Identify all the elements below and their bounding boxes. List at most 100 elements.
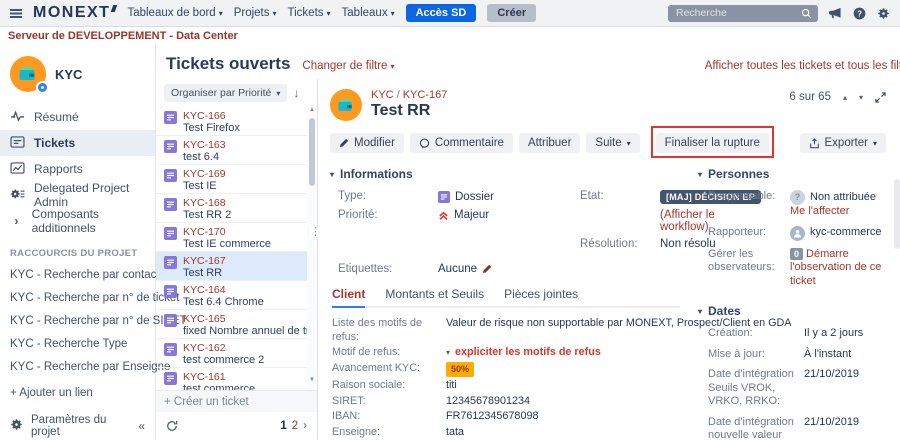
shortcut-search-ticket-number[interactable]: KYC - Recherche par n° de ticket bbox=[0, 287, 180, 310]
previous-ticket-icon[interactable]: ▴ bbox=[843, 93, 847, 102]
megaphone-icon[interactable] bbox=[829, 7, 842, 19]
ticket-row[interactable]: KYC-166 Test Firefox bbox=[156, 107, 317, 136]
shortcut-search-type[interactable]: KYC - Recherche Type bbox=[0, 333, 155, 356]
reporter-avatar bbox=[790, 225, 805, 241]
next-ticket-icon[interactable]: ▾ bbox=[859, 93, 863, 102]
pulse-icon bbox=[10, 109, 25, 125]
change-filter-link[interactable]: Changer de filtre bbox=[302, 60, 394, 72]
start-watching-link[interactable]: Démarre l'observation de ce ticket bbox=[790, 248, 881, 287]
collapse-chevron-icon bbox=[330, 170, 334, 179]
expand-icon[interactable] bbox=[875, 91, 886, 103]
ticket-row[interactable]: KYC-165fixed Nombre annuel de transa... bbox=[156, 310, 317, 339]
sidebar-item-summary[interactable]: Résumé bbox=[0, 104, 155, 130]
assign-button[interactable]: Attribuer bbox=[518, 133, 581, 153]
scrollbar-thumb[interactable] bbox=[309, 118, 315, 186]
project-type-badge-icon bbox=[36, 81, 49, 94]
finalize-annotation-box: Finaliser la rupture bbox=[650, 126, 775, 158]
list-scrollbar[interactable] bbox=[307, 106, 317, 385]
export-button[interactable]: Exporter bbox=[799, 133, 886, 153]
menu-icon[interactable] bbox=[10, 8, 22, 18]
scroll-up-icon[interactable] bbox=[307, 106, 317, 115]
dates-section-header[interactable]: Dates bbox=[698, 304, 886, 318]
tab-pieces-jointes[interactable]: Pièces jointes bbox=[504, 287, 578, 306]
breadcrumb-project-link[interactable]: KYC bbox=[371, 89, 394, 101]
ticket-row[interactable]: KYC-168 Test RR 2 bbox=[156, 194, 317, 223]
project-settings-link[interactable]: Paramètres du projet bbox=[31, 414, 130, 438]
breadcrumb-ticket-link[interactable]: KYC-167 bbox=[403, 89, 448, 101]
ticket-row[interactable]: KYC-161 test commerce bbox=[156, 368, 317, 390]
create-ticket-button[interactable]: + Créer un ticket bbox=[156, 390, 317, 412]
top-navbar: MONEXT Tableaux de bord Projets Tickets … bbox=[0, 0, 900, 27]
menu-boards[interactable]: Tableaux bbox=[342, 7, 395, 19]
ticket-type-icon bbox=[164, 372, 177, 385]
scroll-down-icon[interactable] bbox=[307, 376, 317, 385]
edit-button[interactable]: Modifier bbox=[330, 133, 404, 153]
informations-section-header[interactable]: Informations bbox=[330, 167, 680, 181]
add-link-button[interactable]: + Ajouter un lien bbox=[0, 379, 155, 407]
sidebar-item-tickets[interactable]: Tickets bbox=[0, 130, 155, 156]
collapse-sidebar-icon[interactable] bbox=[138, 419, 145, 433]
create-button[interactable]: Créer bbox=[487, 4, 537, 22]
search-box[interactable] bbox=[668, 4, 818, 22]
edit-labels-pencil-icon[interactable] bbox=[482, 264, 492, 274]
finalize-rupture-button[interactable]: Finaliser la rupture bbox=[655, 133, 769, 153]
sort-by-select[interactable]: Organiser par Priorité bbox=[164, 84, 288, 102]
ticket-avatar bbox=[330, 89, 362, 121]
sidebar-item-reports[interactable]: Rapports bbox=[0, 156, 155, 182]
informations-grid: Type: Dossier Etat: [MAJ] DÉCISION EP Pr… bbox=[338, 190, 761, 275]
sort-direction-button[interactable] bbox=[293, 86, 299, 100]
access-sd-button[interactable]: Accès SD bbox=[405, 4, 477, 22]
ticket-row[interactable]: KYC-169 Test IE bbox=[156, 165, 317, 194]
comment-button[interactable]: Commentaire bbox=[409, 133, 513, 153]
date-row: Mise à jour: À l'instant bbox=[708, 347, 852, 360]
ticket-row[interactable]: KYC-163 test 6.4 bbox=[156, 136, 317, 165]
ticket-row-selected[interactable]: KYC-167 Test RR bbox=[156, 252, 317, 281]
date-row: Date d'intégration nouvelle valeur RR: 2… bbox=[708, 415, 860, 440]
export-icon bbox=[809, 137, 819, 148]
people-section-header[interactable]: Personnes bbox=[698, 167, 886, 181]
shortcut-search-enseigne[interactable]: KYC - Recherche par Enseigne bbox=[0, 356, 170, 379]
detail-main: Informations Type: Dossier Etat: [MAJ] D… bbox=[330, 163, 791, 440]
more-button[interactable]: Suite bbox=[586, 133, 640, 153]
page-next[interactable]: 2 bbox=[292, 420, 298, 432]
explain-refusal-link[interactable]: expliciter les motifs de refus bbox=[455, 346, 601, 358]
search-input[interactable] bbox=[674, 6, 797, 20]
ticket-row[interactable]: KYC-164 Test 6.4 Chrome bbox=[156, 281, 317, 310]
help-icon[interactable]: ? bbox=[853, 7, 866, 20]
ticket-row[interactable]: KYC-162 test commerce 2 bbox=[156, 339, 317, 368]
tab-montants-et-seuils[interactable]: Montants et Seuils bbox=[385, 287, 484, 306]
chevron-right-icon: › bbox=[14, 214, 19, 228]
field-row: Avancement KYC: 50% bbox=[332, 361, 680, 377]
ticket-title: Test RR bbox=[371, 102, 431, 119]
detail-pager: 6 sur 65 ▴ ▾ bbox=[789, 91, 886, 103]
ticket-row[interactable]: KYC-170 Test IE commerce bbox=[156, 223, 317, 252]
sidebar-item-delegated-admin[interactable]: Delegated Project Admin bbox=[0, 181, 155, 209]
type-label: Type: bbox=[338, 190, 367, 202]
chevron-down-icon[interactable] bbox=[446, 346, 450, 358]
menu-tickets[interactable]: Tickets bbox=[288, 7, 331, 19]
tab-client[interactable]: Client bbox=[332, 287, 366, 308]
shortcut-search-siret[interactable]: KYC - Recherche par n° de SIRET bbox=[0, 310, 187, 333]
panel-resize-handle[interactable] bbox=[310, 227, 321, 237]
project-header[interactable]: KYC bbox=[0, 44, 155, 104]
ticket-type-icon bbox=[164, 111, 177, 124]
refresh-icon[interactable] bbox=[166, 420, 178, 432]
gear-icon[interactable] bbox=[877, 7, 890, 20]
menu-dashboards[interactable]: Tableaux de bord bbox=[127, 7, 222, 19]
ticket-type-icon bbox=[164, 256, 177, 269]
collapse-chevron-icon bbox=[698, 170, 702, 179]
wallet-icon bbox=[19, 67, 35, 80]
detail-scrollbar-thumb[interactable] bbox=[894, 179, 900, 249]
project-avatar bbox=[10, 56, 49, 94]
dates-block: Création: Il y a 2 jours Mise à jour: À … bbox=[698, 327, 886, 440]
monext-logo: MONEXT bbox=[33, 4, 118, 22]
page-current[interactable]: 1 bbox=[280, 420, 286, 432]
chevron-down-icon bbox=[273, 7, 277, 19]
assign-to-me-link[interactable]: Me l'affecter bbox=[790, 205, 849, 217]
gear-list-icon bbox=[10, 188, 25, 203]
show-all-filters-link[interactable]: Afficher toutes les tickets et tous les … bbox=[705, 60, 900, 72]
page-next-arrow-icon[interactable] bbox=[303, 420, 307, 432]
menu-projects[interactable]: Projets bbox=[234, 7, 277, 19]
sidebar-item-addons[interactable]: › Composants additionnels bbox=[0, 207, 155, 235]
shortcut-search-contact[interactable]: KYC - Recherche par contact bbox=[0, 264, 160, 287]
